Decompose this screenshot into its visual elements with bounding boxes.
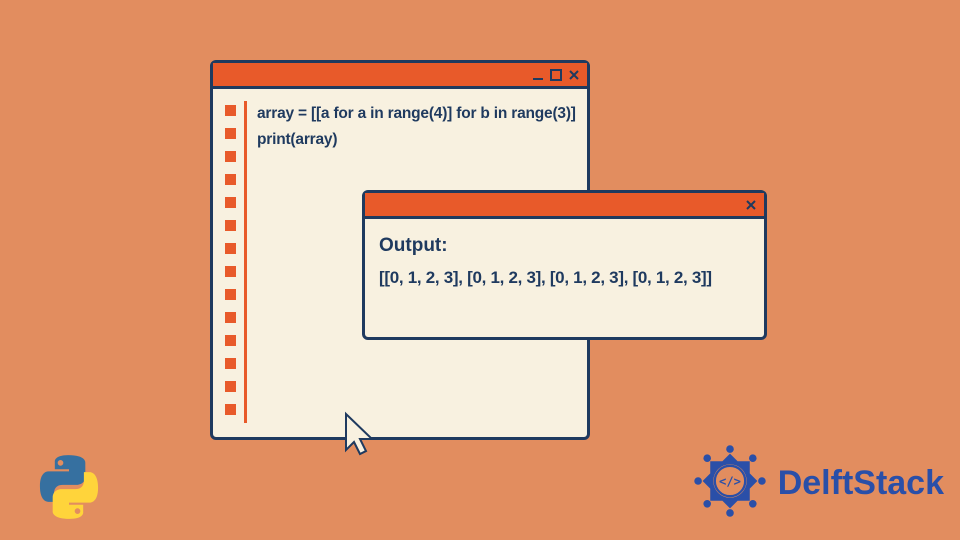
- delftstack-emblem-icon: </>: [692, 443, 768, 524]
- maximize-icon[interactable]: [549, 68, 563, 82]
- bullet-icon: [225, 105, 236, 116]
- bullet-icon: [225, 312, 236, 323]
- bullet-icon: [225, 404, 236, 415]
- bullet-icon: [225, 381, 236, 392]
- python-logo-icon: [30, 448, 108, 531]
- bullet-icon: [225, 174, 236, 185]
- delftstack-logo: </> DelftStack: [692, 443, 944, 524]
- bullet-icon: [225, 220, 236, 231]
- close-icon[interactable]: [744, 198, 758, 212]
- output-titlebar: [365, 193, 764, 219]
- svg-text:</>: </>: [719, 475, 741, 489]
- bullet-icon: [225, 197, 236, 208]
- delftstack-text: DelftStack: [778, 464, 944, 503]
- bullet-icon: [225, 335, 236, 346]
- vertical-rule: [244, 101, 247, 423]
- output-label: Output:: [379, 229, 750, 263]
- line-bullets: [225, 101, 236, 423]
- cursor-icon: [340, 410, 384, 465]
- bullet-icon: [225, 128, 236, 139]
- output-body: Output: [[0, 1, 2, 3], [0, 1, 2, 3], [0,…: [365, 219, 764, 304]
- close-icon[interactable]: [567, 68, 581, 82]
- output-window: Output: [[0, 1, 2, 3], [0, 1, 2, 3], [0,…: [362, 190, 767, 340]
- bullet-icon: [225, 266, 236, 277]
- bullet-icon: [225, 358, 236, 369]
- bullet-icon: [225, 243, 236, 254]
- code-line-2: print(array): [257, 127, 576, 153]
- bullet-icon: [225, 289, 236, 300]
- output-value: [[0, 1, 2, 3], [0, 1, 2, 3], [0, 1, 2, 3…: [379, 263, 750, 294]
- minimize-icon[interactable]: [531, 68, 545, 82]
- code-titlebar: [213, 63, 587, 89]
- code-line-1: array = [[a for a in range(4)] for b in …: [257, 101, 576, 127]
- bullet-icon: [225, 151, 236, 162]
